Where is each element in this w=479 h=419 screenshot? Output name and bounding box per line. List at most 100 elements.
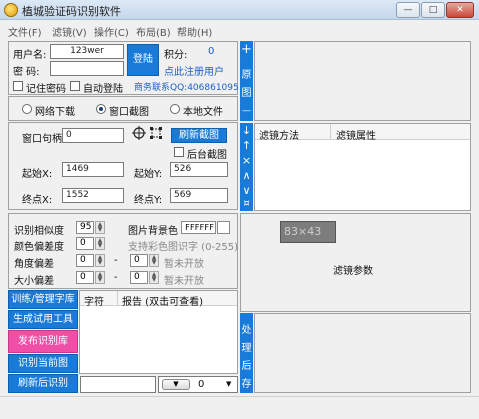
points-value: 0 — [208, 46, 215, 57]
mode-radio-local[interactable] — [170, 104, 180, 114]
zoom-out-button[interactable]: — — [240, 106, 253, 116]
mode-radio-download[interactable] — [22, 104, 32, 114]
close-button[interactable]: ✕ — [446, 2, 474, 18]
angle-b-spinner[interactable]: ▲ ▼ — [149, 254, 159, 267]
angle-b-input[interactable]: 0 — [130, 254, 148, 267]
angle-a-input[interactable]: 0 — [76, 254, 94, 267]
report-column-header[interactable]: 报告 (双击可查看) — [122, 293, 203, 308]
similarity-input[interactable]: 95 — [76, 221, 94, 234]
angle-label: 角度偏差 — [14, 259, 54, 270]
end-x-label: 终点X: — [22, 195, 53, 206]
color-diff-input[interactable]: 0 — [76, 237, 94, 250]
bg-color-swatch[interactable] — [217, 221, 230, 234]
filter-up-button[interactable]: ↑ — [240, 139, 253, 152]
background-capture-label: 后台截图 — [187, 150, 227, 161]
original-image-area — [254, 41, 471, 121]
color-diff-spinner[interactable]: ▲ ▼ — [95, 237, 105, 250]
angle-dash: - — [114, 255, 118, 266]
process-char-2: 理 — [240, 339, 253, 354]
processed-image-area — [254, 313, 471, 393]
start-x-input[interactable]: 1469 — [62, 162, 124, 177]
menu-layout[interactable]: 布局(B) — [136, 24, 171, 39]
result-output-field[interactable] — [80, 376, 156, 393]
zoom-in-button[interactable]: + — [240, 43, 253, 56]
crosshair-icon[interactable] — [132, 126, 146, 140]
result-table-divider — [117, 291, 118, 306]
menu-operate[interactable]: 操作(C) — [94, 24, 129, 39]
remember-label: 记住密码 — [26, 84, 66, 95]
password-label: 密 码: — [13, 67, 40, 78]
size-not-open: 暂未开放 — [164, 276, 204, 287]
start-x-label: 起始X: — [22, 169, 53, 180]
handle-input[interactable]: 0 — [62, 128, 124, 143]
mode-label-window: 窗口截图 — [109, 107, 149, 118]
bg-color-input[interactable]: FFFFFF — [181, 221, 216, 234]
size-b-input[interactable]: 0 — [130, 271, 148, 284]
size-dash: - — [114, 272, 118, 283]
start-y-label: 起始Y: — [134, 169, 163, 180]
filter-property-header[interactable]: 滤镜属性 — [336, 127, 376, 142]
menu-help[interactable]: 帮助(H) — [177, 24, 212, 39]
menu-file[interactable]: 文件(F) — [8, 24, 42, 39]
chevron-down-icon[interactable]: ▼ — [226, 380, 231, 388]
size-a-spinner[interactable]: ▲ ▼ — [95, 271, 105, 284]
end-x-input[interactable]: 1552 — [62, 188, 124, 203]
publish-library-button[interactable]: 发布识别库 — [8, 330, 78, 353]
mode-label-download: 网络下载 — [35, 107, 75, 118]
points-label: 积分: — [164, 50, 188, 61]
remember-checkbox[interactable] — [13, 81, 23, 91]
username-label: 用户名: — [13, 50, 47, 61]
login-button[interactable]: 登陆 — [127, 44, 159, 76]
select-arrow-button[interactable]: ▼ — [162, 379, 190, 390]
background-capture-checkbox[interactable] — [174, 147, 184, 157]
minimize-button[interactable]: — — [396, 2, 420, 18]
preview-image: 83×43 — [280, 221, 336, 243]
start-y-input[interactable]: 526 — [170, 162, 228, 177]
generate-trial-button[interactable]: 生成试用工具 — [8, 310, 78, 329]
train-library-button[interactable]: 训练/管理字库 — [8, 290, 78, 309]
maximize-button[interactable]: □ — [421, 2, 445, 18]
mode-label-local: 本地文件 — [183, 107, 223, 118]
handle-label: 窗口句柄: — [22, 134, 66, 145]
menu-filter[interactable]: 滤镜(V) — [52, 24, 87, 39]
recognize-current-button[interactable]: 识别当前图 — [8, 354, 78, 373]
size-b-spinner[interactable]: ▲ ▼ — [149, 271, 159, 284]
filter-table-divider — [330, 124, 331, 140]
refresh-recognize-button[interactable]: 刷新后识别 — [8, 374, 78, 393]
autologin-checkbox[interactable] — [70, 81, 80, 91]
filter-params-label: 滤镜参数 — [333, 266, 373, 277]
image-label: 图 — [240, 84, 253, 99]
window-title: 植城验证码识别软件 — [22, 5, 121, 18]
refresh-capture-button[interactable]: 刷新截图 — [171, 128, 227, 143]
similarity-label: 识别相似度 — [14, 226, 64, 237]
filter-move-up-button[interactable]: ∧ — [240, 169, 253, 182]
app-icon — [4, 3, 18, 17]
process-char-4: 存 — [240, 375, 253, 390]
filter-method-header[interactable]: 滤镜方法 — [259, 127, 299, 142]
password-input[interactable] — [50, 61, 124, 76]
end-y-label: 终点Y: — [134, 195, 163, 206]
end-y-input[interactable]: 569 — [170, 188, 228, 203]
angle-not-open: 暂未开放 — [164, 259, 204, 270]
autologin-label: 自动登陆 — [83, 84, 123, 95]
size-label: 大小偏差 — [14, 276, 54, 287]
color-diff-label: 颜色偏差度 — [14, 242, 64, 253]
size-a-input[interactable]: 0 — [76, 271, 94, 284]
filter-down-button[interactable]: ↓ — [240, 124, 253, 137]
mode-radio-window[interactable] — [96, 104, 106, 114]
original-label: 原 — [240, 66, 253, 81]
process-char-3: 后 — [240, 357, 253, 372]
register-link[interactable]: 点此注册用户 — [164, 63, 224, 78]
filter-delete-button[interactable]: × — [240, 154, 253, 167]
contact-text: 商务联系QQ:406861095 — [134, 83, 239, 93]
status-bar — [0, 396, 479, 419]
frame-select-icon[interactable] — [149, 126, 163, 140]
char-column-header[interactable]: 字符 — [84, 293, 104, 308]
similarity-spinner[interactable]: ▲ ▼ — [95, 221, 105, 234]
filter-settings-button[interactable]: ¤ — [240, 198, 253, 209]
multicolor-label: 支持彩色图识字 (0-255) — [128, 242, 239, 253]
username-input[interactable]: 123wer — [50, 44, 124, 59]
filter-move-down-button[interactable]: ∨ — [240, 184, 253, 197]
bottom-select-value: 0 — [198, 379, 205, 390]
angle-a-spinner[interactable]: ▲ ▼ — [95, 254, 105, 267]
